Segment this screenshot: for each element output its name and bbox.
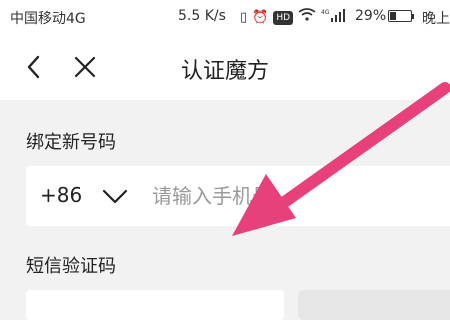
wifi-icon (298, 8, 316, 27)
phone-input[interactable] (152, 176, 442, 216)
signal-icon: 4G (321, 8, 347, 27)
clock: 晚上 (422, 11, 450, 27)
alarm-icon: ⏰ (252, 9, 269, 25)
battery-cap (412, 14, 414, 19)
network-type-label: 4G (321, 9, 330, 16)
phone-row: +86 (26, 166, 450, 226)
battery-icon (388, 10, 412, 22)
hd-badge: HD (273, 10, 294, 25)
sms-code-input[interactable] (26, 290, 284, 320)
chevron-down-icon[interactable] (102, 188, 128, 206)
country-code[interactable]: +86 (40, 183, 82, 207)
carrier-label: 中国移动4G (10, 11, 86, 27)
page-title: 认证魔方 (180, 59, 269, 84)
sms-label: 短信验证码 (26, 256, 116, 277)
nav-bar: 认证魔方 (0, 34, 450, 100)
status-bar: 中国移动4G 5.5 K/s ▯ ⏰ HD 4G 29% 晚上 (0, 0, 450, 34)
vibrate-icon: ▯ (240, 9, 248, 25)
net-speed: 5.5 K/s (178, 8, 226, 24)
get-code-button[interactable] (298, 290, 450, 320)
phone-label: 绑定新号码 (26, 132, 116, 153)
status-icons: ▯ ⏰ HD 4G (240, 8, 347, 27)
battery-fill (390, 12, 396, 20)
battery-percent: 29% (355, 8, 387, 24)
